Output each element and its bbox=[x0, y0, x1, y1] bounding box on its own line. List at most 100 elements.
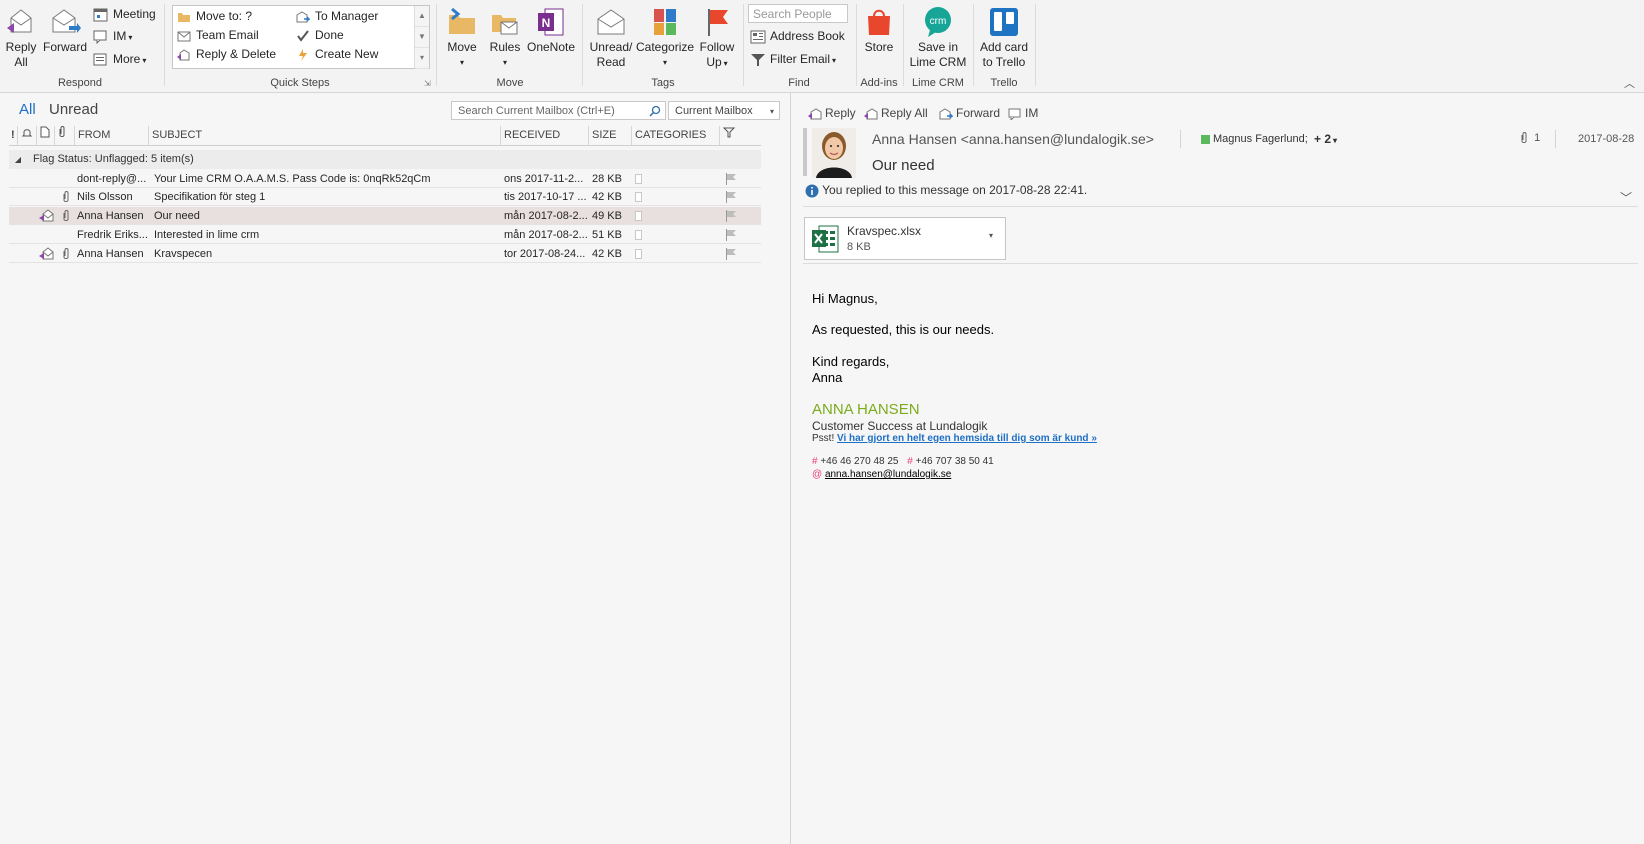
address-book-label: Address Book bbox=[770, 29, 845, 43]
column-reminder[interactable] bbox=[18, 126, 37, 145]
collapse-triangle-icon[interactable]: ◢ bbox=[9, 150, 27, 169]
reply-all-button[interactable]: Reply All bbox=[2, 6, 40, 70]
expand-gallery-icon[interactable]: ▾ bbox=[415, 48, 429, 69]
message-row[interactable]: Anna Hansen Kravspecen tor 2017-08-24...… bbox=[9, 245, 761, 263]
quick-step-create-new[interactable]: Create New bbox=[296, 47, 378, 61]
signature-phone-1[interactable]: +46 46 270 48 25 bbox=[820, 456, 898, 467]
message-row[interactable]: Nils Olsson Specifikation för steg 1 tis… bbox=[9, 188, 761, 206]
forward-button[interactable]: Forward bbox=[939, 106, 1000, 120]
scroll-up-icon[interactable]: ▲ bbox=[415, 6, 429, 27]
save-in-lime-crm-button[interactable]: crm Save in Lime CRM bbox=[906, 6, 970, 70]
follow-up-button[interactable]: Follow Up ▾ bbox=[696, 6, 738, 71]
category-box[interactable] bbox=[635, 174, 642, 184]
search-scope-dropdown[interactable]: Current Mailbox ▾ bbox=[668, 101, 780, 120]
reply-all-icon bbox=[5, 6, 37, 38]
flag-icon[interactable] bbox=[725, 229, 737, 241]
more-recipients[interactable]: + 2 ▾ bbox=[1314, 132, 1337, 146]
row-size: 51 KB bbox=[592, 229, 622, 241]
save-lime-label-2: Lime CRM bbox=[909, 55, 967, 69]
column-subject[interactable]: SUBJECT bbox=[149, 126, 501, 145]
bell-icon bbox=[21, 129, 33, 141]
recipient[interactable]: Magnus Fagerlund; bbox=[1213, 133, 1308, 145]
message-row[interactable]: Anna Hansen Our need mån 2017-08-2... 49… bbox=[9, 207, 761, 225]
tab-all[interactable]: All bbox=[19, 101, 36, 118]
column-flag[interactable] bbox=[720, 126, 761, 145]
im-label: IM bbox=[1025, 106, 1039, 120]
dialog-launcher-icon[interactable]: ⇲ bbox=[424, 79, 431, 88]
search-people-input[interactable]: Search People bbox=[748, 4, 848, 23]
message-row[interactable]: dont-reply@... Your Lime CRM O.A.A.M.S. … bbox=[9, 170, 761, 188]
category-box[interactable] bbox=[635, 192, 642, 202]
im-button[interactable]: IM ▾ bbox=[93, 27, 132, 45]
quick-steps-group-label: Quick Steps bbox=[270, 77, 330, 89]
info-bar: You replied to this message on 2017-08-2… bbox=[805, 183, 1087, 198]
forward-button[interactable]: Forward bbox=[42, 6, 88, 55]
more-button[interactable]: More ▾ bbox=[93, 50, 146, 68]
hash-icon: # bbox=[907, 456, 913, 467]
row-size: 42 KB bbox=[592, 191, 622, 203]
filter-email-button[interactable]: Filter Email ▾ bbox=[750, 50, 836, 68]
column-size[interactable]: SIZE bbox=[589, 126, 632, 145]
move-button[interactable]: Move ▾ bbox=[442, 6, 482, 70]
unread-read-button[interactable]: Unread/ Read bbox=[586, 6, 636, 70]
row-size: 28 KB bbox=[592, 173, 622, 185]
quick-step-to-manager[interactable]: To Manager bbox=[296, 9, 378, 23]
store-button[interactable]: Store bbox=[860, 6, 898, 55]
reply-button[interactable]: Reply bbox=[808, 106, 856, 120]
address-book-button[interactable]: Address Book bbox=[750, 27, 845, 45]
flag-icon[interactable] bbox=[725, 210, 737, 222]
flag-icon[interactable] bbox=[725, 191, 737, 203]
category-box[interactable] bbox=[635, 249, 642, 259]
message-row[interactable]: Fredrik Eriks... Interested in lime crm … bbox=[9, 226, 761, 244]
column-categories[interactable]: CATEGORIES bbox=[632, 126, 720, 145]
forward-label: Forward bbox=[42, 40, 87, 54]
quick-step-move-to[interactable]: Move to: ? bbox=[177, 9, 252, 23]
expand-header-icon[interactable]: ﹀ bbox=[1620, 189, 1632, 206]
search-people-placeholder: Search People bbox=[753, 7, 832, 21]
quick-step-team-email[interactable]: Team Email bbox=[177, 28, 259, 42]
search-input[interactable]: Search Current Mailbox (Ctrl+E) bbox=[451, 101, 666, 120]
add-card-to-trello-button[interactable]: Add card to Trello bbox=[976, 6, 1032, 70]
im-button[interactable]: IM bbox=[1008, 106, 1039, 122]
attachment-menu-chevron-icon[interactable]: ▾ bbox=[989, 231, 993, 240]
signature-link[interactable]: Vi har gjort en helt egen hemsida till d… bbox=[837, 433, 1097, 444]
column-icon[interactable] bbox=[37, 126, 55, 145]
quick-step-done[interactable]: Done bbox=[296, 28, 344, 42]
search-icon[interactable] bbox=[649, 102, 661, 121]
attachment-card[interactable]: Kravspec.xlsx 8 KB ▾ bbox=[804, 217, 1006, 260]
meeting-button[interactable]: Meeting bbox=[93, 5, 156, 23]
group-header[interactable]: ◢ Flag Status: Unflagged: 5 item(s) bbox=[9, 150, 761, 169]
signature-phone-2[interactable]: +46 707 38 50 41 bbox=[916, 456, 994, 467]
save-lime-label-1: Save in bbox=[917, 40, 959, 54]
row-received: mån 2017-08-2... bbox=[504, 210, 588, 222]
chevron-down-icon: ▾ bbox=[662, 58, 667, 67]
reply-all-button[interactable]: Reply All bbox=[864, 106, 928, 120]
sender[interactable]: Anna Hansen <anna.hansen@lundalogik.se> bbox=[872, 131, 1154, 147]
column-attachment[interactable] bbox=[55, 126, 75, 145]
header-bottom-rule bbox=[803, 206, 1638, 207]
group-separator bbox=[973, 4, 974, 86]
tab-unread[interactable]: Unread bbox=[49, 101, 98, 118]
category-box[interactable] bbox=[635, 230, 642, 240]
categorize-button[interactable]: Categorize ▾ bbox=[636, 6, 694, 70]
category-box[interactable] bbox=[635, 211, 642, 221]
signature-email[interactable]: anna.hansen@lundalogik.se bbox=[825, 469, 951, 480]
collapse-ribbon-icon[interactable]: ︿ bbox=[1624, 75, 1635, 91]
avatar[interactable] bbox=[812, 128, 856, 178]
rules-button[interactable]: Rules ▾ bbox=[485, 6, 525, 70]
group-separator bbox=[1035, 4, 1036, 86]
folder-icon bbox=[177, 11, 191, 23]
meeting-label: Meeting bbox=[113, 7, 156, 21]
flag-icon[interactable] bbox=[725, 173, 737, 185]
attachment-count-value: 1 bbox=[1534, 132, 1541, 144]
row-size: 42 KB bbox=[592, 248, 622, 260]
quick-steps-scrollbar[interactable]: ▲ ▼ ▾ bbox=[414, 6, 429, 69]
pane-divider[interactable] bbox=[790, 93, 791, 844]
quick-step-reply-delete[interactable]: Reply & Delete bbox=[177, 47, 276, 61]
column-importance[interactable]: ! bbox=[9, 126, 18, 145]
flag-icon[interactable] bbox=[725, 248, 737, 260]
column-from[interactable]: FROM bbox=[75, 126, 149, 145]
onenote-button[interactable]: N OneNote bbox=[526, 6, 576, 55]
scroll-down-icon[interactable]: ▼ bbox=[415, 27, 429, 48]
column-received[interactable]: RECEIVED bbox=[501, 126, 589, 145]
